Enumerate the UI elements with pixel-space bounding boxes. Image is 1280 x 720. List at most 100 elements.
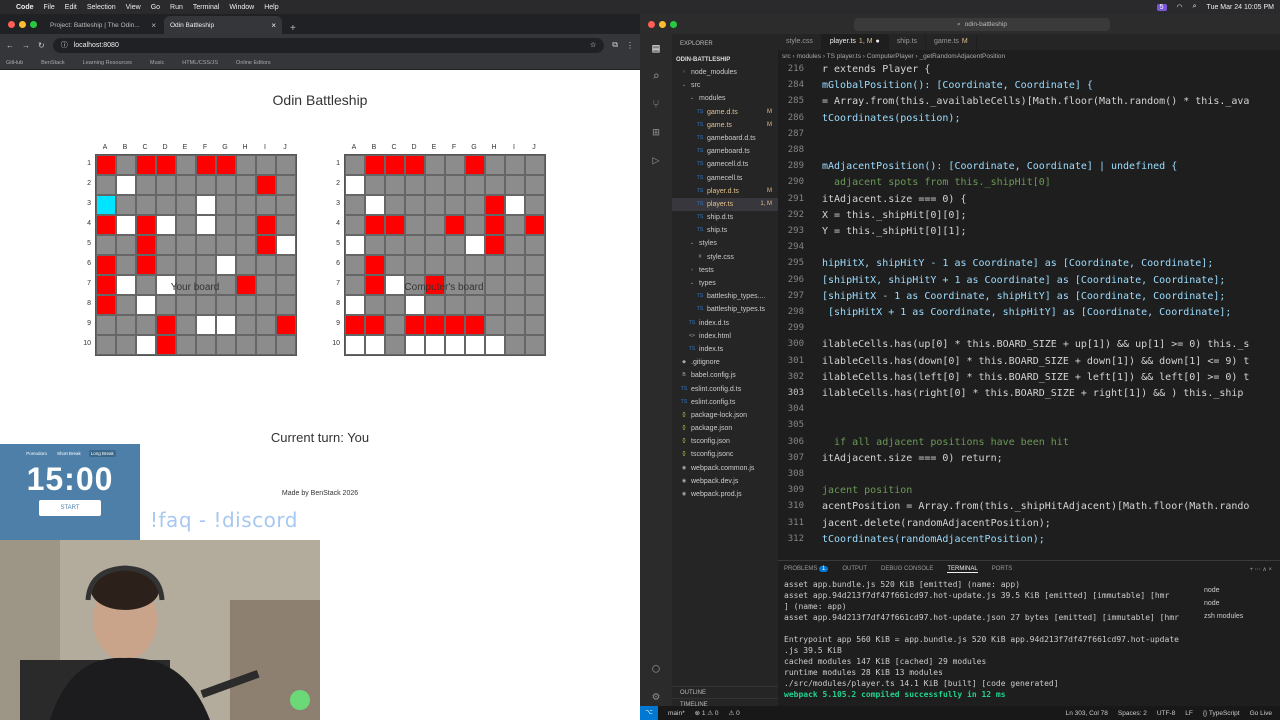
board-cell[interactable] [385,175,405,195]
board-cell[interactable] [485,295,505,315]
code-line[interactable]: acentPosition = Array.from(this._shipHit… [822,501,1249,512]
board-cell[interactable] [116,315,136,335]
board-cell[interactable] [196,315,216,335]
extensions-icon[interactable]: ⧉ [612,40,618,50]
board-cell[interactable] [505,175,525,195]
board-cell[interactable] [365,195,385,215]
search-icon[interactable]: ⌕ [1193,3,1197,11]
panel-tab-ports[interactable]: PORTS [992,566,1013,572]
board-cell[interactable] [505,255,525,275]
tree-item[interactable]: ◉ webpack.common.js [672,462,778,475]
problems-indicator[interactable]: ⊗ 1 ⚠ 0 [695,709,719,717]
code-line[interactable]: mGlobalPosition(): [Coordinate, Coordina… [822,80,1093,91]
language-mode[interactable]: {} TypeScript [1203,710,1240,717]
board-cell[interactable] [345,315,365,335]
code-line[interactable]: jacent position [822,485,912,496]
tree-item[interactable]: › tests [672,264,778,277]
panel-tab-debug-console[interactable]: DEBUG CONSOLE [881,566,933,572]
board-cell[interactable] [425,255,445,275]
code-line[interactable]: hipHitX, shipHitY - 1 as Coordinate] as … [822,258,1213,269]
board-cell[interactable] [96,295,116,315]
board-cell[interactable] [365,335,385,355]
board-cell[interactable] [345,195,365,215]
board-cell[interactable] [256,175,276,195]
board-cell[interactable] [256,295,276,315]
board-cell[interactable] [156,255,176,275]
tree-item[interactable]: <> index.html [672,330,778,343]
board-cell[interactable] [445,155,465,175]
code-line[interactable]: r extends Player { [822,64,930,75]
board-cell[interactable] [256,235,276,255]
code-line[interactable]: [shipHitX + 1 as Coordinate, shipHitY] a… [822,307,1231,318]
board-cell[interactable] [445,195,465,215]
tab-game-ts[interactable]: game.ts M [926,34,977,50]
board-cell[interactable] [505,215,525,235]
board-cell[interactable] [345,335,365,355]
board-cell[interactable] [345,295,365,315]
board-cell[interactable] [445,175,465,195]
tree-item[interactable]: ⌄ src [672,79,778,92]
board-cell[interactable] [276,335,296,355]
board-cell[interactable] [116,335,136,355]
board-cell[interactable] [465,255,485,275]
mode-short-break[interactable]: Short Break [55,450,83,457]
board-cell[interactable] [425,335,445,355]
board-cell[interactable] [196,295,216,315]
minimize-icon[interactable] [659,20,666,28]
menu-view[interactable]: View [126,4,141,11]
board-cell[interactable] [345,235,365,255]
tree-item[interactable]: TS player.ts 1, M [672,197,778,212]
board-cell[interactable] [136,255,156,275]
menu-selection[interactable]: Selection [87,4,116,11]
board-cell[interactable] [196,335,216,355]
board-cell[interactable] [156,215,176,235]
code-line[interactable]: itAdjacent.size === 0) return; [822,453,1003,464]
board-cell[interactable] [96,315,116,335]
wifi-icon[interactable]: ◠ [1177,3,1183,11]
board-cell[interactable] [116,295,136,315]
board-cell[interactable] [465,295,485,315]
board-cell[interactable] [505,195,525,215]
board-cell[interactable] [256,255,276,275]
code-line[interactable]: jacent.delete(randomAdjacentPosition); [822,518,1051,529]
board-cell[interactable] [365,315,385,335]
board-cell[interactable] [216,195,236,215]
board-cell[interactable] [385,235,405,255]
board-cell[interactable] [116,175,136,195]
panel-tab-problems[interactable]: PROBLEMS 1 [784,566,829,572]
code-line[interactable]: itAdjacent.size === 0) { [822,194,967,205]
board-cell[interactable] [385,215,405,235]
reload-icon[interactable]: ↻ [38,41,45,50]
start-button[interactable]: START [39,500,101,516]
close-icon[interactable] [648,20,655,28]
code-line[interactable]: [shipHitX - 1 as Coordinate, shipHitY] a… [822,291,1225,302]
board-cell[interactable] [385,315,405,335]
board-cell[interactable] [156,175,176,195]
board-cell[interactable] [176,295,196,315]
source-control-icon[interactable]: ⑂ [640,90,672,118]
board-cell[interactable] [156,335,176,355]
code-line[interactable]: ilableCells.has(down[0] * this.BOARD_SIZ… [822,356,1249,367]
board-cell[interactable] [236,335,256,355]
menu-go[interactable]: Go [151,4,160,11]
board-cell[interactable] [276,175,296,195]
board-cell[interactable] [425,195,445,215]
board-cell[interactable] [96,235,116,255]
forward-icon[interactable]: → [22,41,30,50]
board-cell[interactable] [276,255,296,275]
unsaved-dot-icon[interactable]: ● [876,34,880,50]
board-cell[interactable] [365,155,385,175]
code-editor[interactable]: 216 r extends Player {284 mGlobalPosition(… [778,64,1280,560]
board-cell[interactable] [256,315,276,335]
board-cell[interactable] [156,155,176,175]
board-cell[interactable] [136,235,156,255]
board-cell[interactable] [176,215,196,235]
board-cell[interactable] [365,255,385,275]
remote-icon[interactable]: ⌥ [640,706,658,720]
bookmark-benstack[interactable]: BenStack [41,60,65,66]
board-cell[interactable] [485,215,505,235]
board-cell[interactable] [236,175,256,195]
board-cell[interactable] [196,255,216,275]
board-cell[interactable] [485,175,505,195]
close-tab-icon[interactable]: × [151,21,156,30]
